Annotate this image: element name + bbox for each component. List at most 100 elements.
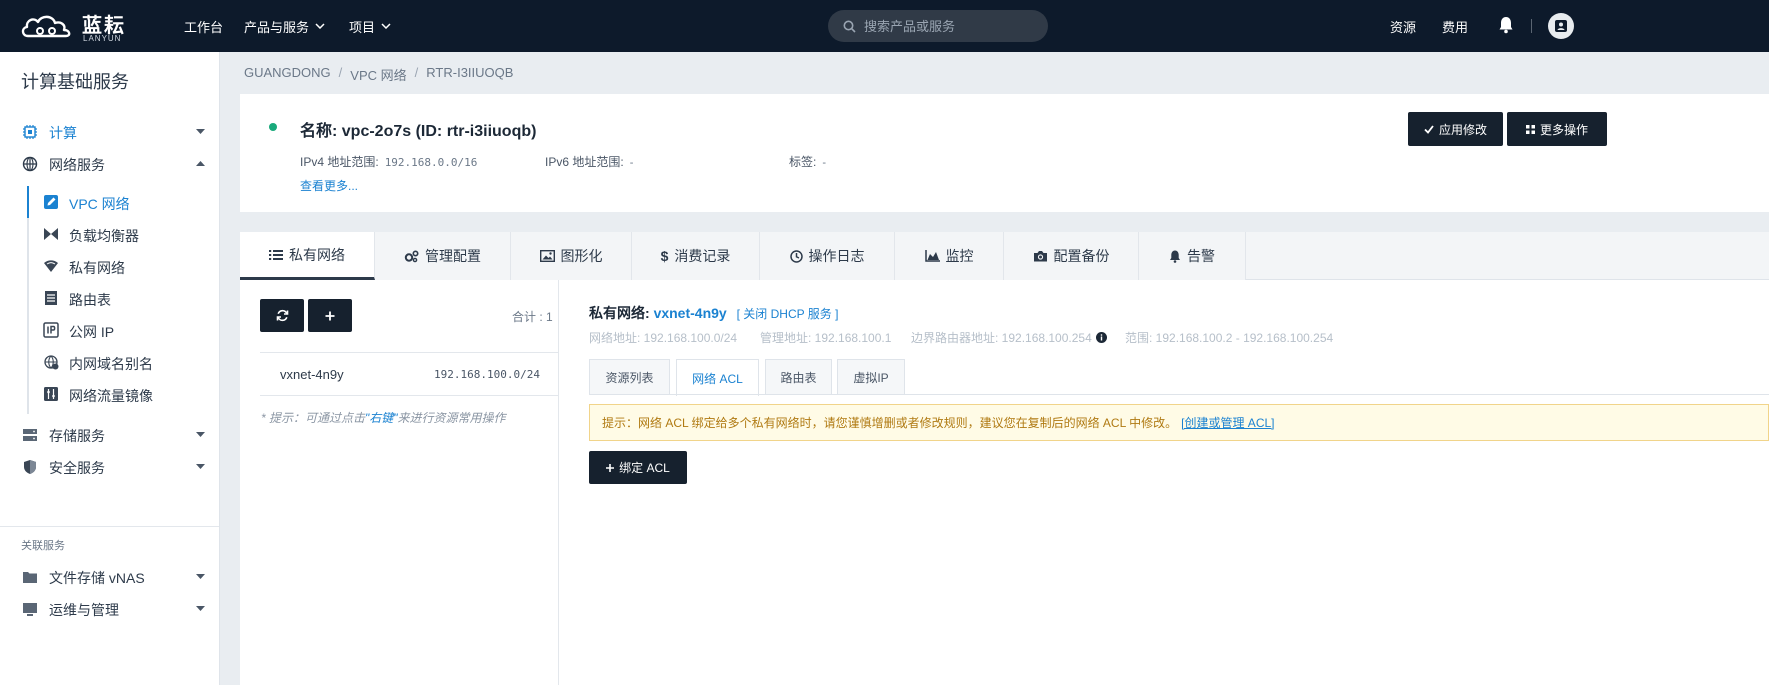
nav-workbench-label: 工作台 — [184, 19, 224, 35]
network-icon — [22, 156, 38, 172]
nav-products-menu[interactable]: 产品与服务 — [244, 17, 325, 35]
more-actions-button[interactable]: 更多操作 — [1507, 112, 1607, 146]
nav-resources[interactable]: 资源 — [1390, 17, 1416, 36]
vxnet-name[interactable]: vxnet-4n9y — [280, 367, 344, 382]
brand-logo[interactable]: 蓝耘 LANYUN — [20, 8, 132, 44]
apply-changes-button[interactable]: 应用修改 — [1408, 112, 1503, 146]
ipv6-range-label: IPv6 地址范围: — [545, 155, 624, 169]
bind-acl-button[interactable]: 绑定 ACL — [589, 451, 687, 484]
left-sidebar: 计算基础服务 计算 网络服务 VPC 网络 负载均衡器 私有网络 路由表 公网 … — [0, 52, 220, 685]
plus-icon — [325, 311, 335, 320]
tab-operation-logs[interactable]: 操作日志 — [760, 232, 895, 280]
sidebar-item-public-ip-label: 公网 IP — [69, 324, 115, 340]
sidebar-item-load-balancer-label: 负载均衡器 — [69, 228, 139, 244]
refresh-button[interactable] — [260, 299, 304, 332]
list-total-count: 合计 : 1 — [512, 310, 553, 324]
sidebar-item-vpc-network[interactable]: VPC 网络 — [28, 186, 219, 218]
breadcrumb-region[interactable]: GUANGDONG — [244, 65, 331, 84]
sidebar-item-traffic-mirror[interactable]: 网络流量镜像 — [28, 378, 219, 410]
sidebar-item-ops[interactable]: 运维与管理 — [0, 592, 219, 624]
breadcrumb-vpc[interactable]: VPC 网络 — [350, 65, 406, 84]
vxnet-cidr: 192.168.100.0/24 — [434, 368, 540, 381]
sidebar-item-load-balancer[interactable]: 负载均衡器 — [28, 218, 219, 250]
list-icon — [269, 249, 283, 260]
sidebar-item-vnas[interactable]: 文件存储 vNAS — [0, 560, 219, 592]
tab-billing-records-label: 消费记录 — [674, 248, 731, 264]
nav-workbench[interactable]: 工作台 — [184, 17, 223, 35]
nav-projects-menu[interactable]: 项目 — [349, 17, 391, 35]
sidebar-item-storage[interactable]: 存储服务 — [0, 418, 219, 450]
tab-monitoring[interactable]: 监控 — [895, 232, 1004, 280]
caret-down-icon — [196, 464, 205, 469]
tab-billing-records[interactable]: $ 消费记录 — [632, 232, 760, 280]
tags: 标签: - — [789, 153, 826, 170]
network-address: 网络地址: 192.168.100.0/24 — [589, 331, 738, 345]
bell-icon — [1170, 250, 1180, 263]
ipv4-range-label: IPv4 地址范围: — [300, 155, 379, 169]
sidebar-item-compute[interactable]: 计算 — [0, 115, 219, 147]
nav-billing[interactable]: 费用 — [1442, 17, 1468, 36]
tab-private-network[interactable]: 私有网络 — [240, 232, 375, 280]
breadcrumb-separator: / — [414, 65, 419, 80]
subtab-resource-list[interactable]: 资源列表 — [589, 359, 670, 395]
sidebar-item-storage-label: 存储服务 — [49, 428, 105, 444]
tab-config-backup[interactable]: 配置备份 — [1004, 232, 1139, 280]
sidebar-item-vnas-label: 文件存储 vNAS — [49, 570, 145, 586]
private-network-title: 私有网络: vxnet-4n9y [ 关闭 DHCP 服务 ] — [589, 303, 838, 323]
tab-alerts[interactable]: 告警 — [1139, 232, 1246, 280]
more-actions-label: 更多操作 — [1539, 122, 1588, 137]
sidebar-item-dns-alias-label: 内网域名别名 — [69, 356, 153, 372]
address-range: 范围: 192.168.100.2 - 192.168.100.254 — [1125, 331, 1334, 345]
sidebar-item-route-table[interactable]: 路由表 — [28, 282, 219, 314]
apply-changes-label: 应用修改 — [1438, 122, 1487, 137]
manage-acl-link[interactable]: [创建或管理 ACL] — [1181, 414, 1274, 431]
see-more-link[interactable]: 查看更多... — [300, 177, 358, 194]
table-row[interactable]: vxnet-4n9y 192.168.100.0/24 — [260, 352, 558, 396]
topbar-divider — [1531, 19, 1532, 33]
notifications-bell-icon[interactable] — [1498, 16, 1514, 34]
tab-graphical-label: 图形化 — [560, 248, 603, 264]
breadcrumb-separator: / — [338, 65, 343, 80]
add-private-network-button[interactable] — [308, 299, 352, 332]
hint-suffix: 来进行资源常用操作 — [397, 411, 506, 425]
hint-prefix: * 提示：可通过点击 — [261, 411, 366, 425]
caret-down-icon — [196, 129, 205, 134]
tags-label: 标签: — [789, 155, 817, 169]
private-network-name[interactable]: vxnet-4n9y — [654, 305, 727, 321]
sidebar-item-security[interactable]: 安全服务 — [0, 450, 219, 482]
bind-acl-label: 绑定 ACL — [619, 461, 670, 475]
subtab-route-table[interactable]: 路由表 — [765, 359, 832, 395]
sidebar-item-dns-alias[interactable]: 内网域名别名 — [28, 346, 219, 378]
sidebar-divider — [0, 526, 219, 527]
sidebar-title: 计算基础服务 — [21, 72, 129, 92]
caret-down-icon — [196, 574, 205, 579]
clock-icon — [789, 249, 803, 263]
tab-config-backup-label: 配置备份 — [1053, 248, 1110, 264]
user-icon — [1555, 20, 1567, 32]
border-router-address: 边界路由器地址: 192.168.100.254 — [911, 329, 1107, 346]
sidebar-item-route-table-label: 路由表 — [69, 292, 111, 308]
user-avatar[interactable] — [1548, 13, 1574, 39]
sidebar-item-network[interactable]: 网络服务 — [0, 147, 219, 179]
chevron-down-icon — [315, 23, 325, 29]
disable-dhcp-link[interactable]: [ 关闭 DHCP 服务 ] — [737, 307, 839, 321]
ipv4-range-value: 192.168.0.0/16 — [384, 156, 478, 169]
sidebar-item-private-network[interactable]: 私有网络 — [28, 250, 219, 282]
resource-name: 名称: vpc-2o7s (ID: rtr-i3iiuoqb) — [300, 123, 537, 140]
sidebar-item-public-ip[interactable]: 公网 IP — [28, 314, 219, 346]
top-navigation-bar: 蓝耘 LANYUN 工作台 产品与服务 项目 资源 费用 — [0, 0, 1769, 52]
subtab-virtual-ip[interactable]: 虚拟IP — [837, 359, 905, 395]
tab-graphical[interactable]: 图形化 — [511, 232, 632, 280]
gears-icon — [404, 249, 419, 262]
cloud-logo-icon — [21, 15, 71, 38]
image-icon — [539, 250, 555, 262]
ipv6-range-value: - — [629, 157, 634, 169]
check-icon — [1424, 124, 1434, 134]
info-icon[interactable] — [1095, 332, 1107, 343]
global-search[interactable] — [828, 10, 1048, 42]
traffic-mirror-icon — [44, 387, 58, 401]
search-input[interactable] — [864, 18, 1034, 34]
tab-management-config[interactable]: 管理配置 — [375, 232, 511, 280]
brand-name-en: LANYUN — [83, 34, 122, 43]
subtab-network-acl[interactable]: 网络 ACL — [676, 359, 759, 396]
